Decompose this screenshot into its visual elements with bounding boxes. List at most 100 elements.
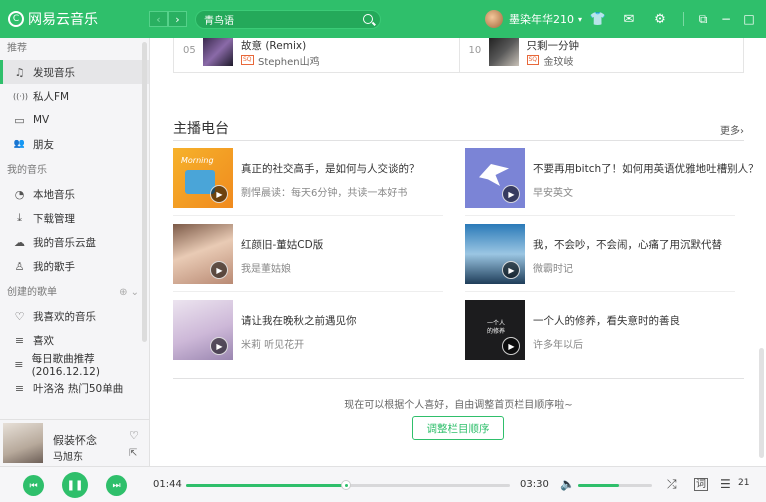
sidebar-item-local-music[interactable]: ◔ 本地音乐 [0, 182, 149, 206]
progress-handle[interactable] [341, 480, 352, 490]
play-icon[interactable]: ▶ [210, 185, 228, 203]
radio-title[interactable]: 请让我在晚秋之前遇见你 [241, 313, 357, 328]
pause-button[interactable]: ❚❚ [62, 472, 88, 498]
playlist-icon[interactable]: ☰ [720, 477, 731, 491]
sidebar-item-playlist[interactable]: ≡ 喜欢 [0, 328, 149, 352]
back-button[interactable]: ‹ [149, 11, 168, 27]
current-time: 01:44 [153, 479, 182, 490]
song-artist[interactable]: 金玟岐 [544, 53, 574, 68]
radio-item[interactable]: ▶ 红颜旧-董姑CD版 我是董姑娘 [173, 224, 443, 292]
sidebar: 推荐 ♫ 发现音乐 ((·)) 私人FM ▭ MV 👥 朋友 我的音乐 ◔ 本地… [0, 38, 150, 419]
list-item[interactable]: 10 只剩一分钟 SQ 金玟岐 [458, 38, 744, 72]
radio-title[interactable]: 我，不会吵，不会闹，心痛了用沉默代替 [533, 237, 722, 252]
radio-item[interactable]: ▶ 请让我在晚秋之前遇见你 米莉 听见花开 [173, 300, 443, 360]
previous-button[interactable]: ⏮ [23, 475, 44, 496]
radio-cover[interactable]: ▶ [465, 148, 525, 208]
search-input[interactable]: 青鸟语 [195, 9, 381, 29]
skin-icon[interactable]: 👕 [590, 11, 606, 27]
sidebar-item-private-fm[interactable]: ((·)) 私人FM [0, 84, 149, 108]
sidebar-item-liked-music[interactable]: ♡ 我喜欢的音乐 [0, 304, 149, 328]
volume-slider[interactable] [578, 484, 652, 487]
add-playlist-icon[interactable]: ⊕ ⌄ [119, 282, 139, 304]
sidebar-item-downloads[interactable]: ⤓ 下载管理 [0, 206, 149, 230]
main-content: 05 故意 (Remix) SQ Stephen山鸡 10 只剩一分钟 SQ 金… [151, 38, 766, 466]
radio-title[interactable]: 红颜旧-董姑CD版 [241, 237, 323, 252]
adjust-order-button[interactable]: 调整栏目顺序 [412, 416, 504, 440]
song-title[interactable]: 故意 (Remix) [241, 38, 306, 53]
shuffle-icon[interactable]: ⤮ [667, 477, 677, 492]
more-link[interactable]: 更多› [720, 122, 744, 137]
radio-cover[interactable]: ▶ [465, 224, 525, 284]
mail-icon[interactable]: ✉ [621, 11, 637, 27]
total-time: 03:30 [520, 479, 549, 490]
search-icon[interactable] [363, 13, 373, 24]
sidebar-item-discover-music[interactable]: ♫ 发现音乐 [0, 60, 149, 84]
radio-cover[interactable]: Morning ▶ [173, 148, 233, 208]
radio-item[interactable]: ▶ 不要再用bitch了！如何用英语优雅地吐槽别人？ 早安英文 [465, 148, 759, 216]
sidebar-item-mv[interactable]: ▭ MV [0, 108, 149, 132]
sidebar-item-playlist[interactable]: ≡ 叶洛洛 热门50单曲 [0, 376, 149, 400]
sidebar-item-cloud-drive[interactable]: ☁ 我的音乐云盘 [0, 230, 149, 254]
sidebar-item-friends[interactable]: 👥 朋友 [0, 132, 149, 156]
radio-item[interactable]: 一个人的修养 ▶ 一个人的修养，看失意时的善良 许多年以后 [465, 300, 735, 360]
lyrics-icon[interactable]: 词 [694, 478, 708, 491]
radio-subtitle[interactable]: 许多年以后 [533, 336, 583, 351]
progress-slider[interactable] [186, 480, 510, 490]
list-item[interactable]: 05 故意 (Remix) SQ Stephen山鸡 [174, 38, 459, 72]
play-icon[interactable]: ▶ [502, 261, 520, 279]
app-logo[interactable]: C 网易云音乐 [8, 9, 138, 29]
playlist-icon: ≡ [14, 333, 25, 347]
sidebar-scrollbar[interactable] [142, 42, 147, 342]
song-cover[interactable] [203, 38, 233, 66]
player-bar: ⏮ ❚❚ ⏭ 01:44 03:30 🔈 ⤮ 词 ☰ 21 [0, 466, 766, 502]
radio-subtitle[interactable]: 米莉 听见花开 [241, 336, 304, 351]
next-button[interactable]: ⏭ [106, 475, 127, 496]
maximize-icon[interactable]: □ [742, 12, 756, 26]
sidebar-item-label: 发现音乐 [33, 66, 75, 79]
mini-mode-icon[interactable]: ⧉ [696, 12, 710, 26]
sidebar-item-my-artists[interactable]: ♙ 我的歌手 [0, 254, 149, 278]
app-name: 网易云音乐 [28, 12, 98, 28]
sidebar-item-label: 每日歌曲推荐(2016.12.12) [31, 352, 100, 378]
avatar[interactable] [485, 10, 503, 28]
play-icon[interactable]: ▶ [210, 261, 228, 279]
sidebar-item-label: 私人FM [33, 90, 70, 103]
now-playing-title[interactable]: 假装怀念 [53, 432, 97, 448]
play-icon[interactable]: ▶ [502, 185, 520, 203]
radio-title[interactable]: 真正的社交高手，是如何与人交谈的？ [241, 161, 420, 176]
radio-cover[interactable]: ▶ [173, 224, 233, 284]
radio-cover[interactable]: ▶ [173, 300, 233, 360]
radio-item[interactable]: ▶ 我，不会吵，不会闹，心痛了用沉默代替 微霸时记 [465, 224, 735, 292]
song-cover[interactable] [488, 38, 519, 66]
album-cover[interactable] [3, 423, 43, 463]
username: 墨染年华210 [509, 13, 574, 26]
forward-button[interactable]: › [168, 11, 187, 27]
sidebar-item-playlist[interactable]: ≡ 每日歌曲推荐(2016.12.12) [0, 352, 149, 378]
share-icon[interactable]: ⇱ [129, 448, 137, 459]
radio-cover[interactable]: 一个人的修养 ▶ [465, 300, 525, 360]
heart-icon[interactable]: ♡ [129, 429, 139, 442]
chevron-down-icon[interactable]: ▾ [578, 15, 582, 24]
gear-icon[interactable]: ⚙ [652, 11, 668, 27]
play-icon[interactable]: ▶ [210, 337, 228, 355]
radio-item[interactable]: Morning ▶ 真正的社交高手，是如何与人交谈的？ 剽悍晨读：每天6分钟，共… [173, 148, 443, 216]
radio-subtitle[interactable]: 我是董姑娘 [241, 260, 291, 275]
now-playing-card[interactable]: 假装怀念 马旭东 ♡ ⇱ [0, 419, 150, 466]
song-artist[interactable]: Stephen山鸡 [258, 53, 320, 68]
volume-icon[interactable]: 🔈 [560, 477, 575, 491]
radio-title[interactable]: 不要再用bitch了！如何用英语优雅地吐槽别人？ [533, 161, 759, 176]
radio-subtitle[interactable]: 剽悍晨读：每天6分钟，共读一本好书 [241, 184, 407, 199]
user-menu[interactable]: 墨染年华210 ▾ [485, 10, 582, 28]
row-divider [465, 215, 735, 216]
minimize-icon[interactable]: − [719, 12, 733, 26]
song-number: 05 [183, 45, 196, 56]
sidebar-section-title: 推荐 [7, 43, 27, 54]
music-note-icon: ♫ [14, 65, 25, 79]
radio-subtitle[interactable]: 微霸时记 [533, 260, 573, 275]
now-playing-artist[interactable]: 马旭东 [53, 448, 83, 463]
video-icon: ▭ [14, 113, 25, 127]
song-title[interactable]: 只剩一分钟 [527, 38, 580, 53]
play-icon[interactable]: ▶ [502, 337, 520, 355]
radio-subtitle[interactable]: 早安英文 [533, 184, 573, 199]
radio-title[interactable]: 一个人的修养，看失意时的善良 [533, 313, 680, 328]
